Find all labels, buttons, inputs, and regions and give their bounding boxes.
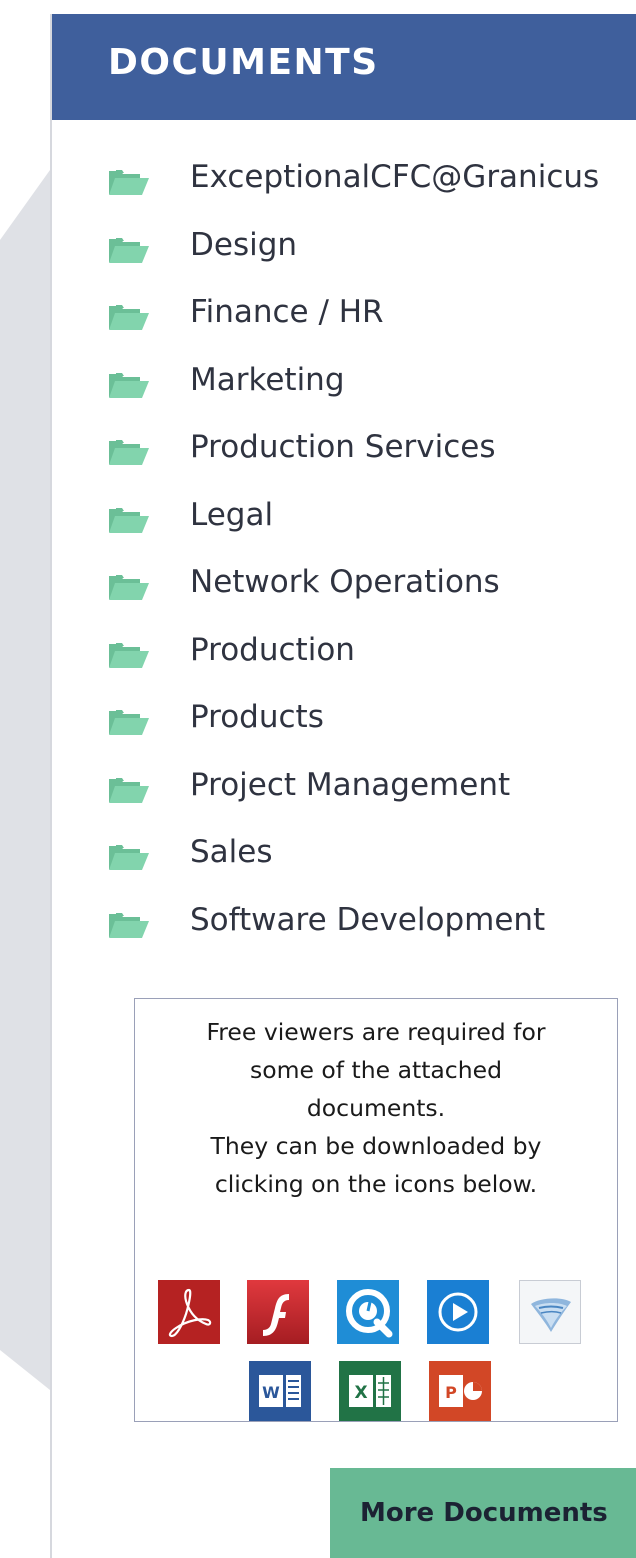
folder-open-icon — [108, 573, 150, 601]
folder-open-icon — [108, 438, 150, 466]
document-folder-link[interactable]: Network Operations — [190, 561, 500, 603]
viewer-notice-line: some of the attached — [249, 1056, 503, 1084]
document-folder-link[interactable]: Legal — [190, 494, 273, 536]
document-folder-link[interactable]: Production Services — [190, 426, 496, 468]
document-folder-item[interactable]: Production — [52, 629, 636, 697]
viewer-notice-line: Free viewers are required for — [206, 1018, 546, 1046]
document-folder-list: ExceptionalCFC@Granicus Design Finance / H… — [52, 156, 636, 966]
document-folder-link[interactable]: Design — [190, 224, 297, 266]
documents-panel: DOCUMENTS ExceptionalCFC@Granicus Design F… — [50, 14, 636, 1558]
folder-open-icon — [108, 911, 150, 939]
document-folder-link[interactable]: Finance / HR — [190, 291, 384, 333]
folder-open-icon — [108, 236, 150, 264]
folder-open-icon — [108, 303, 150, 331]
free-viewers-box: Free viewers are required for some of the… — [134, 998, 618, 1422]
viewer-notice-line: They can be downloaded by — [210, 1132, 542, 1160]
adobe-reader-icon[interactable] — [158, 1280, 220, 1344]
silverlight-icon[interactable] — [519, 1280, 581, 1344]
document-folder-link[interactable]: Production — [190, 629, 355, 671]
document-folder-item[interactable]: Software Development — [52, 899, 636, 967]
flash-player-icon[interactable] — [247, 1280, 309, 1344]
documents-title: DOCUMENTS — [108, 42, 379, 83]
documents-header: DOCUMENTS — [52, 14, 636, 120]
folder-open-icon — [108, 506, 150, 534]
svg-text:P: P — [445, 1383, 457, 1402]
folder-open-icon — [108, 843, 150, 871]
folder-open-icon — [108, 708, 150, 736]
document-folder-link[interactable]: Sales — [190, 831, 273, 873]
more-documents-button[interactable]: More Documents — [330, 1468, 636, 1558]
viewer-notice-line: clicking on the icons below. — [214, 1170, 538, 1198]
word-viewer-icon[interactable]: W — [249, 1361, 311, 1421]
document-folder-link[interactable]: Software Development — [190, 899, 545, 941]
viewer-notice-line: documents. — [306, 1094, 446, 1122]
free-viewers-notice: Free viewers are required for some of the… — [135, 1013, 617, 1203]
document-folder-item[interactable]: Products — [52, 696, 636, 764]
document-folder-item[interactable]: Sales — [52, 831, 636, 899]
document-folder-link[interactable]: Products — [190, 696, 324, 738]
document-folder-link[interactable]: Marketing — [190, 359, 345, 401]
folder-open-icon — [108, 371, 150, 399]
folder-open-icon — [108, 641, 150, 669]
document-folder-link[interactable]: Project Management — [190, 764, 510, 806]
quicktime-icon[interactable] — [337, 1280, 399, 1344]
svg-text:X: X — [354, 1383, 367, 1403]
document-folder-item[interactable]: Marketing — [52, 359, 636, 427]
document-folder-item[interactable]: Production Services — [52, 426, 636, 494]
document-folder-item[interactable]: Project Management — [52, 764, 636, 832]
document-folder-item[interactable]: ExceptionalCFC@Granicus — [52, 156, 636, 224]
folder-open-icon — [108, 776, 150, 804]
excel-viewer-icon[interactable]: X — [339, 1361, 401, 1421]
document-folder-item[interactable]: Network Operations — [52, 561, 636, 629]
document-folder-link[interactable]: ExceptionalCFC@Granicus — [190, 156, 599, 198]
document-folder-item[interactable]: Legal — [52, 494, 636, 562]
powerpoint-viewer-icon[interactable]: P — [429, 1361, 491, 1421]
document-folder-item[interactable]: Design — [52, 224, 636, 292]
document-folder-item[interactable]: Finance / HR — [52, 291, 636, 359]
folder-open-icon — [108, 168, 150, 196]
windows-media-player-icon[interactable] — [427, 1280, 489, 1344]
svg-text:W: W — [262, 1383, 280, 1402]
